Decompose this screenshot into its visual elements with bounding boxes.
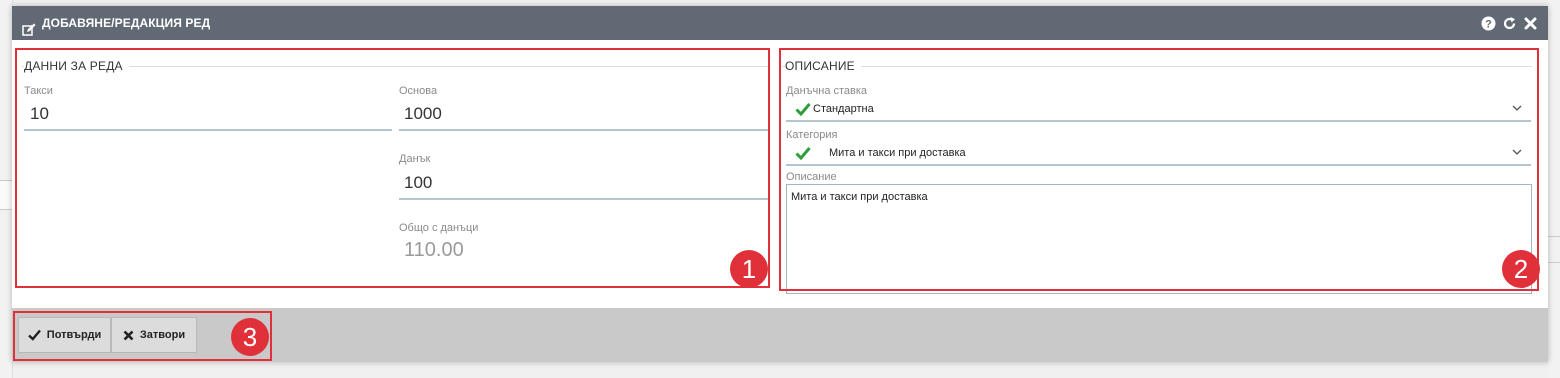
confirm-button-label: Потвърди xyxy=(46,329,102,341)
line-data-legend: ДАННИ ЗА РЕДА xyxy=(24,59,129,73)
category-select[interactable]: Мита и такси при доставка xyxy=(786,142,1531,166)
base-input-underline xyxy=(399,129,769,131)
tax-label: Данък xyxy=(399,153,431,165)
refresh-icon[interactable] xyxy=(1502,16,1517,31)
edit-icon xyxy=(22,16,36,36)
check-icon xyxy=(27,329,41,341)
taxes-input-underline xyxy=(24,129,392,131)
chevron-down-icon xyxy=(1511,146,1523,158)
confirm-button[interactable]: Потвърди xyxy=(18,317,111,353)
close-icon[interactable] xyxy=(1523,16,1538,31)
base-input[interactable]: 1000 xyxy=(404,104,442,124)
legend-divider xyxy=(22,66,768,67)
edit-line-dialog: ДОБАВЯНЕ/РЕДАКЦИЯ РЕД ? ДАННИ ЗА РЕДА Та… xyxy=(12,6,1548,362)
description-textarea[interactable]: Мита и такси при доставка xyxy=(786,184,1532,294)
chevron-down-icon xyxy=(1511,102,1523,114)
help-icon[interactable]: ? xyxy=(1481,16,1496,31)
annotation-badge-3: 3 xyxy=(231,318,269,356)
background-divider xyxy=(1548,236,1560,237)
close-button-label: Затвори xyxy=(139,329,186,341)
description-legend: ОПИСАНИЕ xyxy=(785,59,861,73)
background-fragment xyxy=(0,180,12,210)
dialog-title-text: ДОБАВЯНЕ/РЕДАКЦИЯ РЕД xyxy=(42,16,211,30)
total-value: 110.00 xyxy=(404,239,464,261)
titlebar-actions: ? xyxy=(1481,6,1538,40)
annotation-badge-2: 2 xyxy=(1502,250,1540,288)
tax-rate-label: Данъчна ставка xyxy=(786,85,868,97)
svg-text:?: ? xyxy=(1485,18,1492,30)
check-icon xyxy=(795,146,813,160)
background-divider xyxy=(1548,262,1560,263)
tax-rate-value: Стандартна xyxy=(813,103,874,115)
tax-input-underline xyxy=(399,198,769,200)
taxes-input[interactable]: 10 xyxy=(30,104,49,124)
category-label: Категория xyxy=(786,129,838,141)
legend-divider xyxy=(782,66,1532,67)
dialog-content: ДАННИ ЗА РЕДА Такси 10 Основа 1000 Данък… xyxy=(12,40,1548,308)
close-icon xyxy=(123,330,134,340)
total-label: Общо с данъци xyxy=(399,222,479,234)
background-panel-right xyxy=(1548,0,1560,378)
annotation-badge-1: 1 xyxy=(730,250,768,288)
taxes-label: Такси xyxy=(24,85,53,97)
close-button[interactable]: Затвори xyxy=(111,317,197,353)
dialog-title: ДОБАВЯНЕ/РЕДАКЦИЯ РЕД xyxy=(22,6,210,40)
dialog-titlebar: ДОБАВЯНЕ/РЕДАКЦИЯ РЕД ? xyxy=(12,6,1548,40)
base-label: Основа xyxy=(399,85,438,97)
description-label: Описание xyxy=(786,171,837,183)
check-icon xyxy=(795,102,813,116)
tax-input[interactable]: 100 xyxy=(404,173,432,193)
tax-rate-select[interactable]: Стандартна xyxy=(786,98,1531,122)
category-value: Мита и такси при доставка xyxy=(829,147,966,159)
